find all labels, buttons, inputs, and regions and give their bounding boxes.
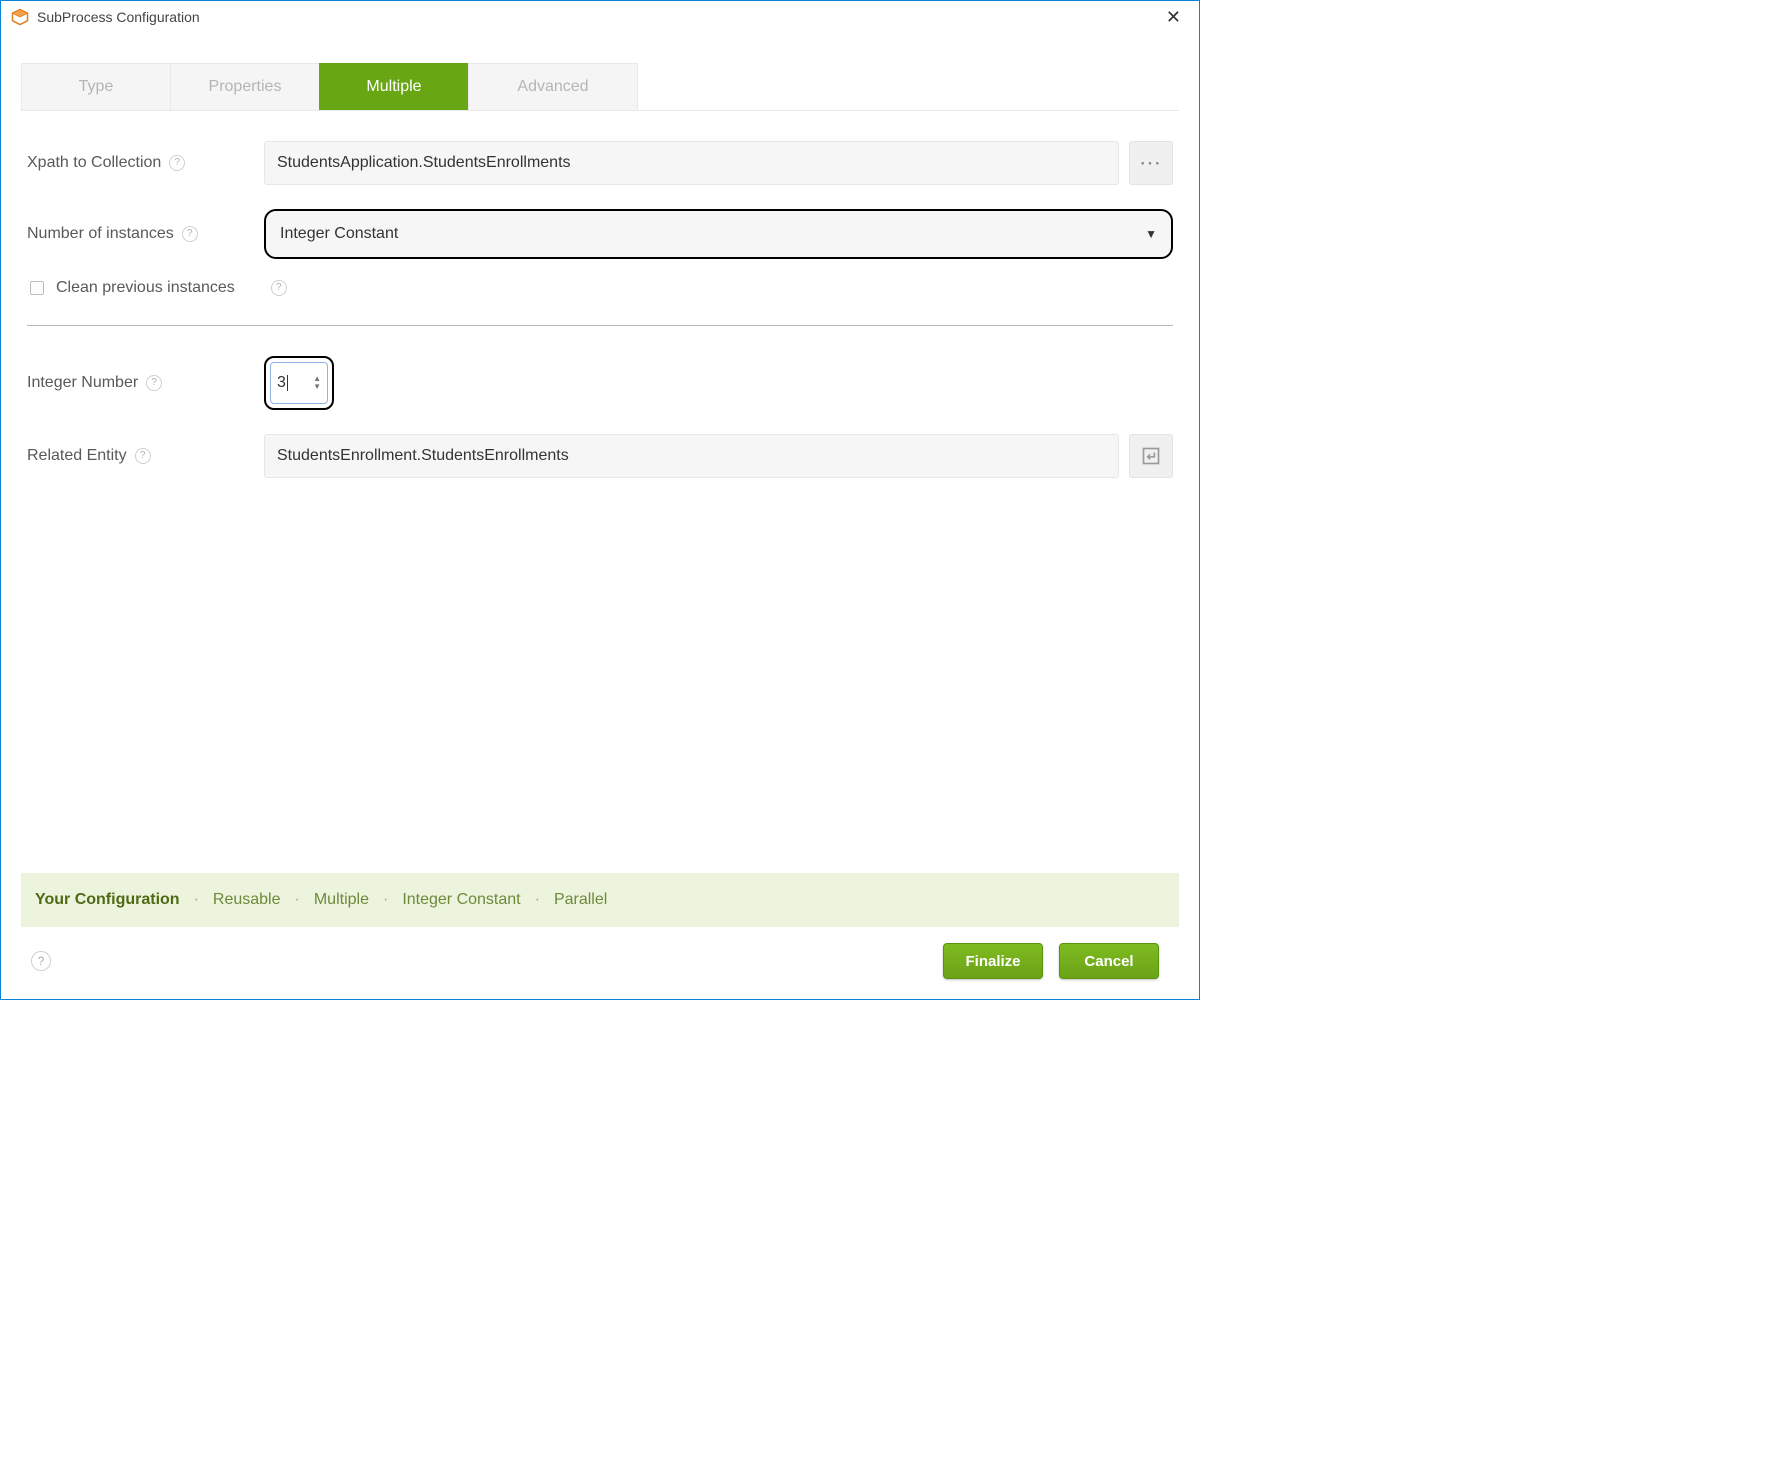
- row-integer: Integer Number 3 ▲▼: [27, 356, 1173, 410]
- window-title: SubProcess Configuration: [37, 9, 200, 25]
- config-summary-bar: Your Configuration · Reusable · Multiple…: [21, 873, 1179, 927]
- config-title: Your Configuration: [35, 891, 180, 909]
- tab-type[interactable]: Type: [21, 63, 171, 110]
- clean-checkbox[interactable]: [30, 281, 44, 295]
- dialog-window: SubProcess Configuration ✕ Type Properti…: [0, 0, 1200, 1000]
- tabs: Type Properties Multiple Advanced: [21, 63, 1179, 111]
- close-icon[interactable]: ✕: [1158, 7, 1189, 28]
- xpath-input[interactable]: [264, 141, 1119, 185]
- chevron-down-icon: ▼: [1145, 227, 1157, 241]
- titlebar: SubProcess Configuration ✕: [1, 1, 1199, 33]
- label-instances: Number of instances: [27, 225, 174, 243]
- entity-input[interactable]: [264, 434, 1119, 478]
- row-xpath: Xpath to Collection ⋯: [27, 141, 1173, 185]
- config-item: Multiple: [314, 891, 369, 909]
- integer-value: 3: [277, 374, 307, 392]
- app-icon: [11, 8, 29, 26]
- label-xpath: Xpath to Collection: [27, 154, 161, 172]
- tab-label: Advanced: [517, 78, 588, 96]
- config-item: Parallel: [554, 891, 607, 909]
- finalize-button[interactable]: Finalize: [943, 943, 1043, 979]
- cancel-button[interactable]: Cancel: [1059, 943, 1159, 979]
- divider: [27, 325, 1173, 326]
- tab-label: Type: [79, 78, 114, 96]
- integer-spinner[interactable]: 3 ▲▼: [264, 356, 334, 410]
- label-integer: Integer Number: [27, 374, 138, 392]
- footer: Finalize Cancel: [21, 927, 1179, 999]
- row-instances: Number of instances Integer Constant ▼: [27, 209, 1173, 259]
- config-item: Reusable: [213, 891, 281, 909]
- form-area: Xpath to Collection ⋯ Number of instance…: [21, 111, 1179, 478]
- help-icon[interactable]: [135, 448, 151, 464]
- tab-advanced[interactable]: Advanced: [468, 63, 638, 110]
- content-area: Type Properties Multiple Advanced Xpath …: [1, 33, 1199, 999]
- spinner-arrows[interactable]: ▲▼: [313, 375, 321, 391]
- help-icon[interactable]: [182, 226, 198, 242]
- config-item: Integer Constant: [402, 891, 520, 909]
- instances-value: Integer Constant: [280, 225, 1145, 243]
- instances-select[interactable]: Integer Constant ▼: [264, 209, 1173, 259]
- row-entity: Related Entity: [27, 434, 1173, 478]
- tab-multiple[interactable]: Multiple: [319, 63, 469, 110]
- help-icon[interactable]: [169, 155, 185, 171]
- more-button[interactable]: ⋯: [1129, 141, 1173, 185]
- spacer: [21, 478, 1179, 873]
- label-entity: Related Entity: [27, 447, 127, 465]
- enter-icon: [1141, 446, 1161, 466]
- label-clean: Clean previous instances: [56, 279, 235, 297]
- help-icon[interactable]: [31, 951, 51, 971]
- tab-properties[interactable]: Properties: [170, 63, 320, 110]
- tab-label: Properties: [209, 78, 282, 96]
- tab-label: Multiple: [366, 78, 421, 96]
- help-icon[interactable]: [146, 375, 162, 391]
- entity-browse-button[interactable]: [1129, 434, 1173, 478]
- help-icon[interactable]: [271, 280, 287, 296]
- row-clean: Clean previous instances: [27, 279, 1173, 297]
